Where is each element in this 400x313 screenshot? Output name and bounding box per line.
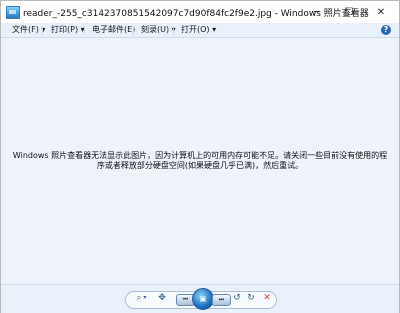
menu-separator — [42, 26, 43, 34]
menu-separator — [133, 26, 134, 34]
rotate-counterclockwise-icon[interactable]: ↺ — [231, 292, 243, 304]
actual-size-icon[interactable]: ✥ — [156, 292, 168, 304]
bottom-toolbar: ⌕ ▾ ✥ ⏮ ▣ ⏭ ↺ ↻ ✕ — [1, 284, 399, 313]
title-bar[interactable]: reader_-255_c3142370851542097c7d90f84fc2… — [1, 1, 399, 23]
menu-email[interactable]: 电子邮件(E) — [92, 24, 135, 35]
zoom-dropdown-icon[interactable]: ▾ — [142, 292, 148, 304]
close-button[interactable]: ✕ — [365, 1, 397, 23]
menu-separator — [84, 26, 85, 34]
menu-print[interactable]: 打印(P) ▾ — [51, 24, 85, 35]
error-message: Windows 照片查看器无法显示此图片，因为计算机上的可用内存可能不足。请关闭… — [12, 151, 388, 170]
menu-separator — [173, 26, 174, 34]
help-icon[interactable]: ? — [381, 25, 391, 35]
menu-open[interactable]: 打开(O) ▾ — [181, 24, 216, 35]
next-icon[interactable]: ⏭ — [212, 294, 231, 306]
delete-icon[interactable]: ✕ — [261, 292, 273, 304]
menu-file[interactable]: 文件(F) ▾ — [12, 24, 45, 35]
photo-viewer-window: reader_-255_c3142370851542097c7d90f84fc2… — [0, 0, 400, 313]
minimize-button[interactable]: ─ — [301, 1, 333, 23]
rotate-clockwise-icon[interactable]: ↻ — [245, 292, 257, 304]
maximize-button[interactable]: ☐ — [333, 1, 365, 23]
slideshow-icon[interactable]: ▣ — [192, 288, 214, 310]
menu-bar: 文件(F) ▾ 打印(P) ▾ 电子邮件(E) 刻录(U) ▾ 打开(O) ▾ … — [1, 23, 399, 38]
photo-viewer-icon — [6, 6, 20, 19]
menu-burn[interactable]: 刻录(U) ▾ — [141, 24, 176, 35]
image-area: Windows 照片查看器无法显示此图片，因为计算机上的可用内存可能不足。请关闭… — [1, 38, 399, 284]
